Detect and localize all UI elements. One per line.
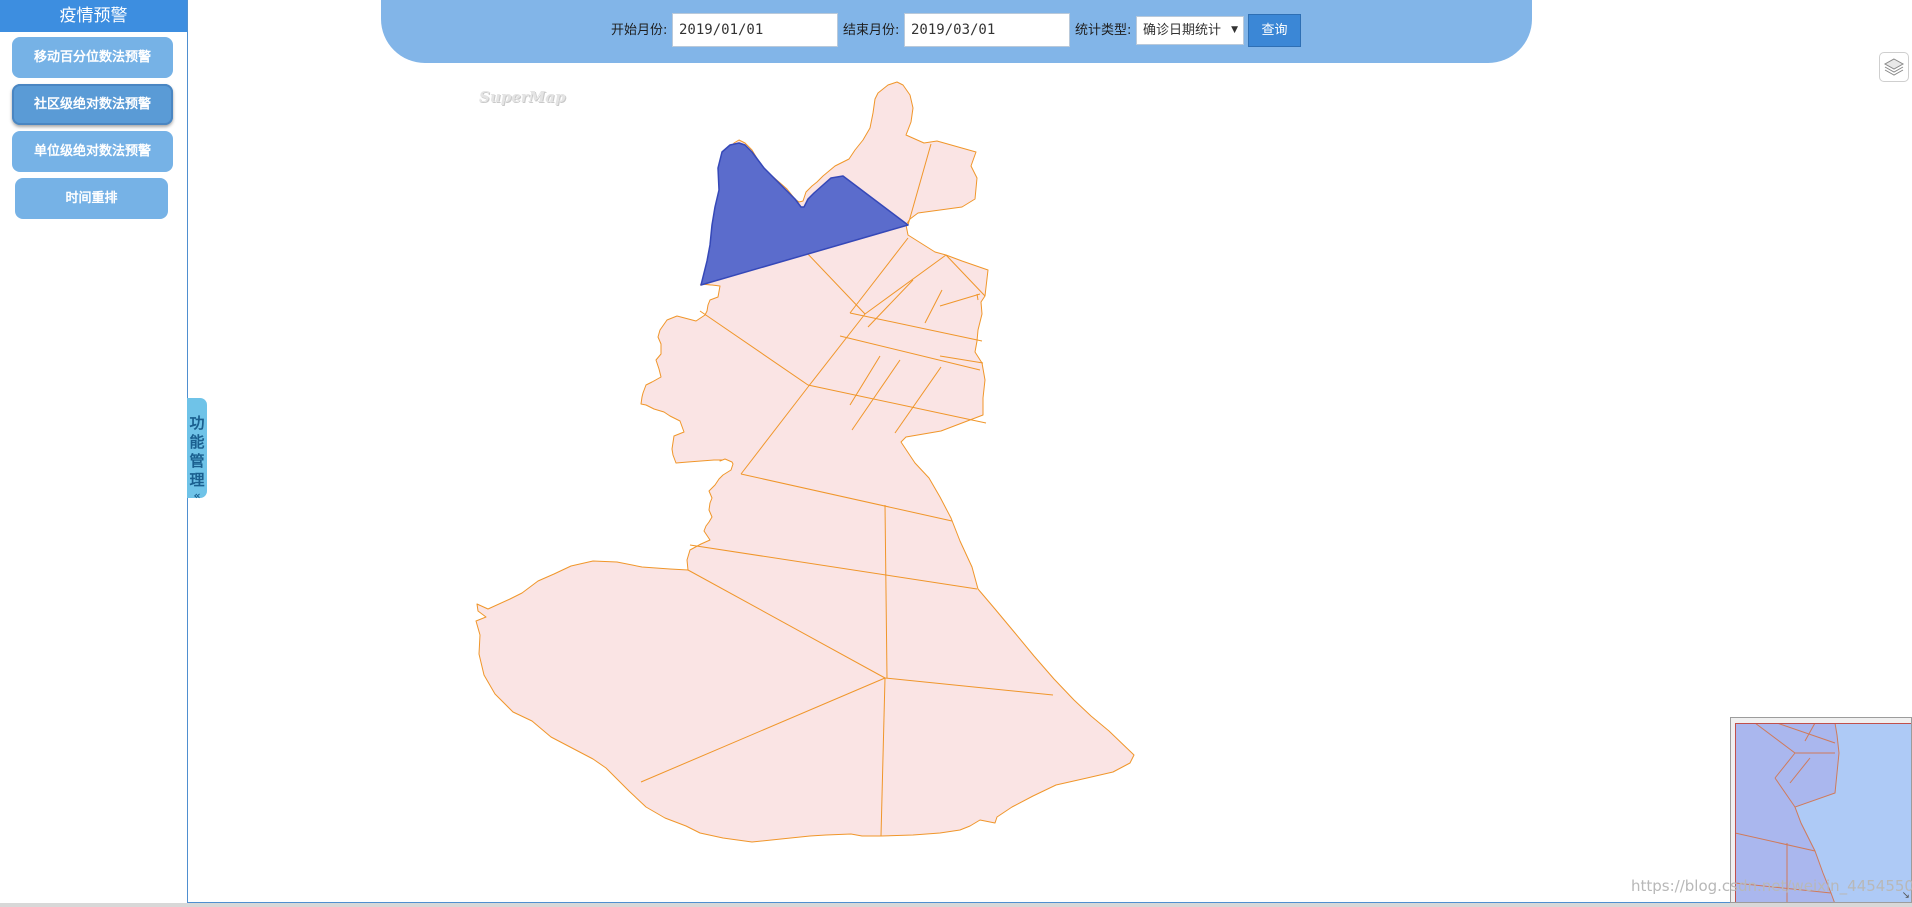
- map-container[interactable]: [187, 0, 1912, 903]
- overview-map[interactable]: ↘: [1730, 717, 1912, 903]
- percentile-warning-button[interactable]: 移动百分位数法预警: [12, 37, 173, 78]
- end-month-input[interactable]: 2019/03/01: [904, 13, 1070, 47]
- supermap-logo: SuperMap: [479, 88, 566, 106]
- query-button[interactable]: 查询: [1248, 14, 1301, 47]
- unit-absolute-warning-button[interactable]: 单位级绝对数法预警: [12, 131, 173, 172]
- layer-switcher-button[interactable]: [1879, 52, 1909, 82]
- sidebar: 疫情预警 移动百分位数法预警 社区级绝对数法预警 单位级绝对数法预警 时间重排: [0, 0, 187, 907]
- community-absolute-warning-button[interactable]: 社区级绝对数法预警: [12, 84, 173, 125]
- function-management-tab[interactable]: 功能管理 «: [187, 398, 207, 502]
- sidebar-title: 疫情预警: [0, 0, 187, 32]
- overview-map-viewport[interactable]: [1735, 723, 1911, 902]
- time-reorder-button[interactable]: 时间重排: [15, 178, 168, 219]
- stat-type-select[interactable]: 确诊日期统计 ▼: [1136, 16, 1244, 45]
- start-month-input[interactable]: 2019/01/01: [672, 13, 838, 47]
- end-month-label: 结束月份:: [843, 23, 900, 38]
- stat-type-value: 确诊日期统计: [1143, 23, 1222, 38]
- layers-icon: [1883, 58, 1905, 76]
- bottom-scrollbar[interactable]: [0, 903, 1912, 907]
- blog-watermark: https://blog.csdn.net/weixin_44545509: [1631, 877, 1912, 895]
- function-management-label: 功能管理: [189, 414, 205, 489]
- start-month-label: 开始月份:: [611, 23, 668, 38]
- chevron-down-icon: ▼: [1231, 25, 1238, 35]
- overview-map-canvas: [1735, 723, 1911, 902]
- stat-type-label: 统计类型:: [1075, 23, 1132, 38]
- collapse-chevron-icon: «: [193, 489, 201, 502]
